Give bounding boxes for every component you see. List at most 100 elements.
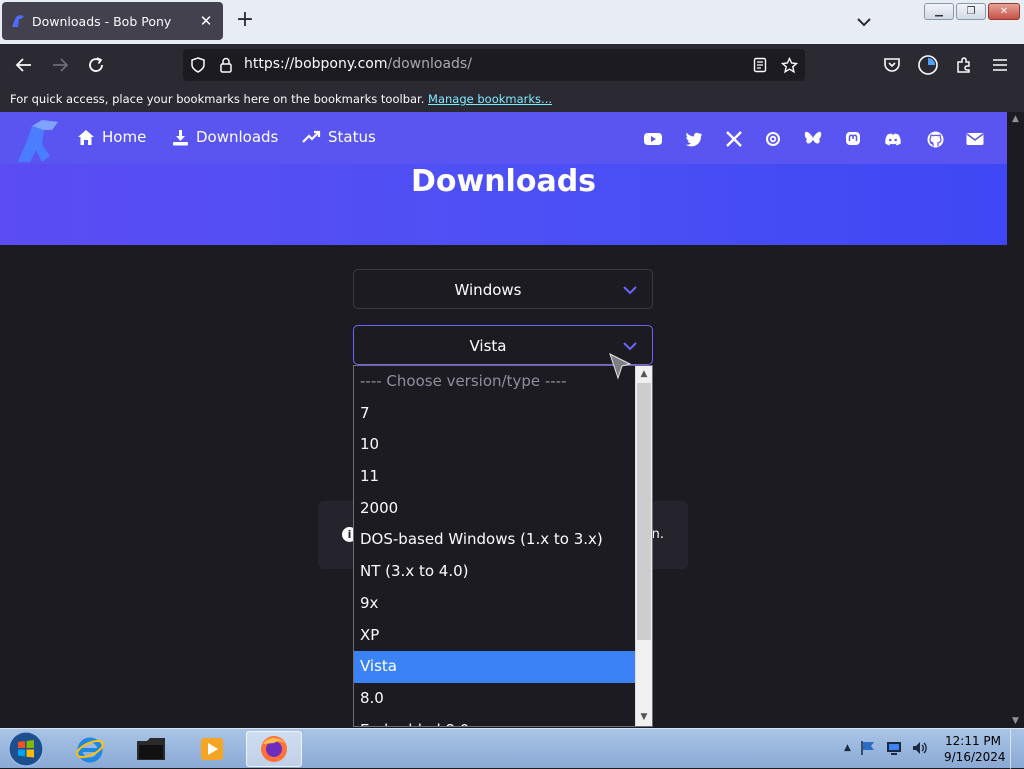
page-title: Downloads — [410, 164, 597, 199]
media-player-icon — [201, 738, 223, 760]
taskbar-media-player[interactable] — [184, 731, 240, 767]
notice-text: n. — [651, 527, 664, 542]
reload-button[interactable] — [84, 53, 108, 77]
volume-icon[interactable] — [911, 740, 929, 756]
restore-icon: ❐ — [966, 6, 976, 17]
account-avatar-icon — [918, 55, 938, 75]
x-link[interactable] — [725, 130, 743, 148]
back-button[interactable] — [12, 53, 36, 77]
discord-icon — [885, 133, 901, 145]
dropdown-scrollbar[interactable]: ▲ ▼ — [635, 366, 652, 726]
version-option[interactable]: NT (3.x to 4.0) — [354, 556, 652, 588]
restore-button[interactable]: ❐ — [956, 3, 986, 20]
site-navbar: Home Downloads Status — [0, 112, 1007, 164]
tab-close-icon[interactable]: ✕ — [197, 12, 215, 30]
version-option[interactable]: 10 — [354, 429, 652, 461]
page-scrollbar[interactable]: ▲ ▼ — [1007, 112, 1024, 728]
tab-list-chevron-icon[interactable] — [852, 10, 876, 34]
chevron-down-icon — [623, 286, 637, 295]
minimize-icon: ▁ — [935, 6, 943, 17]
download-icon — [173, 129, 188, 145]
url-text[interactable]: https://bobpony.com/downloads/ — [244, 56, 472, 72]
taskbar-firefox[interactable] — [246, 731, 302, 767]
app-menu-button[interactable] — [988, 53, 1012, 77]
new-tab-button[interactable]: + — [233, 9, 257, 33]
bobpony-logo-icon[interactable] — [12, 116, 64, 166]
mastodon-link[interactable] — [844, 130, 862, 148]
start-button[interactable] — [5, 730, 47, 768]
taskbar-file-explorer[interactable] — [123, 731, 179, 767]
puzzle-icon — [957, 57, 970, 73]
extensions-button[interactable] — [952, 53, 976, 77]
version-dropdown-list[interactable]: ---- Choose version/type ---- 7 10 11 2000 DO… — [353, 365, 653, 727]
scroll-down-arrow-icon[interactable]: ▼ — [636, 709, 652, 726]
bluesky-icon — [804, 131, 822, 144]
youtube-icon — [644, 133, 662, 145]
scroll-up-arrow-icon[interactable]: ▲ — [636, 366, 652, 383]
threads-link[interactable] — [764, 130, 782, 148]
navigation-toolbar: https://bobpony.com/downloads/ — [0, 44, 1024, 86]
folder-icon — [137, 738, 165, 760]
bookmarks-hint: For quick access, place your bookmarks h… — [10, 92, 425, 106]
twitter-icon — [685, 132, 702, 146]
bookmark-star-icon[interactable] — [781, 57, 798, 74]
page-scroll-up-icon[interactable]: ▲ — [1007, 114, 1024, 124]
version-option[interactable]: DOS-based Windows (1.x to 3.x) — [354, 524, 652, 556]
lock-icon[interactable] — [219, 57, 233, 73]
bluesky-link[interactable] — [804, 130, 822, 148]
nav-status-label: Status — [328, 128, 376, 146]
option-list: ---- Choose version/type ---- 7 10 11 2000 DO… — [354, 366, 652, 726]
version-option[interactable]: 9x — [354, 588, 652, 620]
github-link[interactable] — [926, 130, 944, 148]
version-option[interactable]: 8.0 — [354, 683, 652, 715]
email-link[interactable] — [966, 130, 984, 148]
pocket-icon — [884, 58, 900, 72]
discord-link[interactable] — [884, 130, 902, 148]
nav-home[interactable]: Home — [77, 128, 146, 146]
youtube-link[interactable] — [644, 130, 662, 148]
scroll-thumb[interactable] — [637, 383, 651, 640]
reload-icon — [89, 57, 103, 72]
twitter-link[interactable] — [685, 130, 703, 148]
version-option[interactable]: Embedded 8.0 — [354, 715, 652, 726]
version-option[interactable]: 7 — [354, 398, 652, 430]
close-icon: ✕ — [999, 6, 1009, 17]
pocket-button[interactable] — [880, 53, 904, 77]
version-option[interactable]: XP — [354, 620, 652, 652]
tray-overflow-arrow-icon[interactable]: ▲ — [844, 743, 851, 753]
account-button[interactable] — [916, 53, 940, 77]
url-path: /downloads/ — [387, 56, 472, 72]
bookmarks-toolbar: For quick access, place your bookmarks h… — [0, 86, 1024, 112]
os-select[interactable]: Windows — [353, 269, 653, 309]
clock-date: 9/16/2024 — [944, 750, 1006, 764]
nav-home-label: Home — [102, 128, 147, 146]
address-bar[interactable]: https://bobpony.com/downloads/ — [183, 49, 805, 81]
nav-downloads[interactable]: Downloads — [172, 128, 278, 146]
version-option[interactable]: Vista — [354, 651, 652, 683]
version-option[interactable]: 2000 — [354, 493, 652, 525]
network-icon[interactable] — [885, 740, 903, 756]
hamburger-menu-icon — [993, 59, 1007, 71]
nav-downloads-label: Downloads — [196, 128, 279, 146]
page-scroll-down-icon[interactable]: ▼ — [1007, 716, 1024, 726]
close-window-button[interactable]: ✕ — [988, 3, 1020, 20]
internet-explorer-icon — [76, 737, 104, 763]
action-center-flag-icon[interactable] — [859, 740, 877, 756]
minimize-button[interactable]: ▁ — [924, 3, 954, 20]
tracking-protection-shield-icon[interactable] — [190, 57, 206, 73]
home-icon — [78, 129, 94, 145]
window-controls: ▁ ❐ ✕ — [924, 3, 1020, 20]
show-desktop-button[interactable] — [1010, 729, 1024, 769]
manage-bookmarks-link[interactable]: Manage bookmarks... — [428, 92, 552, 106]
nav-status[interactable]: Status — [302, 128, 376, 146]
tab-strip: Downloads - Bob Pony ✕ + ▁ ❐ ✕ — [0, 0, 1024, 44]
windows-taskbar: ▲ 12:11 PM 9/16/2024 — [0, 728, 1024, 769]
forward-button[interactable] — [48, 53, 72, 77]
taskbar-internet-explorer[interactable] — [62, 731, 118, 767]
tab-downloads[interactable]: Downloads - Bob Pony ✕ — [2, 2, 223, 40]
reader-view-icon[interactable] — [753, 57, 767, 73]
clock-time: 12:11 PM — [945, 734, 1001, 748]
x-icon — [726, 131, 742, 147]
taskbar-clock[interactable]: 12:11 PM 9/16/2024 — [944, 733, 1006, 765]
version-option[interactable]: 11 — [354, 461, 652, 493]
